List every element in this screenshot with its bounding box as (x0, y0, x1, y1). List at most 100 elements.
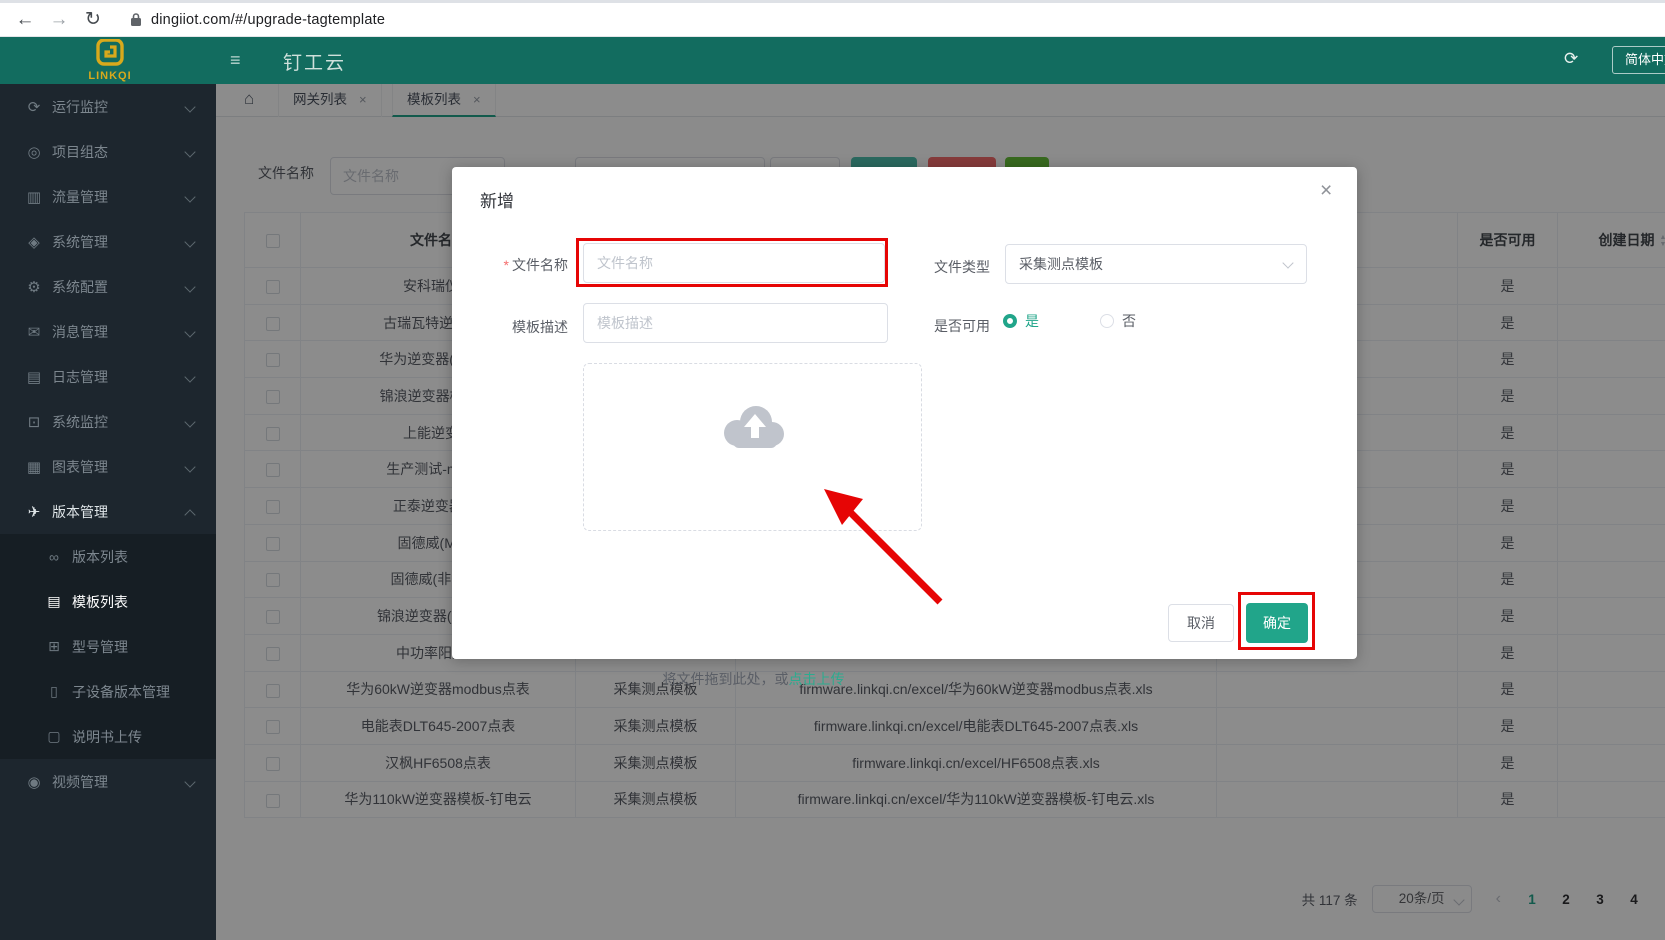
required-asterisk: * (504, 257, 509, 273)
sidebar-item-消息管理[interactable]: ✉ 消息管理 (0, 309, 216, 354)
sidebar-item-系统管理[interactable]: ◈ 系统管理 (0, 219, 216, 264)
sidebar-subitem-型号管理[interactable]: ⊞ 型号管理 (0, 624, 216, 669)
sidebar-item-label: 版本管理 (52, 502, 108, 522)
available-radio-yes[interactable]: 是 (1003, 311, 1039, 331)
chevron-down-icon (184, 371, 195, 382)
sidebar-item-系统配置[interactable]: ⚙ 系统配置 (0, 264, 216, 309)
sidebar-item-label: 项目组态 (52, 142, 108, 162)
sidebar-item-系统监控[interactable]: ⊡ 系统监控 (0, 399, 216, 444)
radio-yes-label: 是 (1025, 311, 1039, 331)
sidebar-item-label: 系统管理 (52, 232, 108, 252)
chevron-down-icon (184, 461, 195, 472)
radio-selected-icon[interactable] (1003, 314, 1017, 328)
sidebar-subitem-label: 模板列表 (72, 592, 128, 612)
menu-collapse-icon[interactable]: ≡ (230, 50, 241, 71)
template-desc-label: 模板描述 (448, 317, 568, 337)
log-icon: ▤ (24, 368, 44, 386)
sidebar-subitem-版本列表[interactable]: ∞ 版本列表 (0, 534, 216, 579)
cancel-button[interactable]: 取消 (1168, 604, 1234, 642)
browser-back-icon[interactable]: ← (8, 9, 42, 31)
browser-toolbar: ← → ↻ dingiiot.com/#/upgrade-tagtemplate (0, 0, 1665, 37)
sidebar-item-视频管理[interactable]: ◉ 视频管理 (0, 759, 216, 804)
subdevice-version-icon: ▯ (44, 683, 64, 700)
file-name-label: *文件名称 (448, 255, 568, 275)
chart-icon: ▦ (24, 458, 44, 476)
sidebar-item-label: 系统监控 (52, 412, 108, 432)
radio-no-label: 否 (1122, 311, 1136, 331)
radio-unselected-icon[interactable] (1100, 314, 1114, 328)
system-monitor-icon: ⊡ (24, 413, 44, 431)
browser-forward-icon[interactable]: → (42, 9, 76, 31)
header-refresh-icon[interactable]: ⟳ (1564, 49, 1578, 69)
linkqi-logo: LINKQI (78, 39, 142, 83)
sidebar-item-版本管理[interactable]: ✈ 版本管理 (0, 489, 216, 534)
sidebar-item-label: 日志管理 (52, 367, 108, 387)
traffic-card-icon: ▥ (24, 188, 44, 206)
browser-reload-icon[interactable]: ↻ (76, 8, 110, 31)
model-manage-icon: ⊞ (44, 638, 64, 655)
sidebar-item-label: 视频管理 (52, 772, 108, 792)
file-type-label: 文件类型 (870, 257, 990, 277)
chevron-down-icon (184, 281, 195, 292)
sidebar-item-label: 系统配置 (52, 277, 108, 297)
sidebar-item-label: 图表管理 (52, 457, 108, 477)
file-type-select[interactable]: 采集测点模板 (1005, 244, 1307, 284)
dialog-close-icon[interactable]: × (1320, 179, 1332, 203)
project-config-icon: ◎ (24, 143, 44, 161)
chevron-down-icon (184, 776, 195, 787)
file-type-value: 采集测点模板 (1019, 256, 1103, 272)
gear-icon: ⚙ (24, 278, 44, 296)
sidebar-item-运行监控[interactable]: ⟳ 运行监控 (0, 84, 216, 129)
sidebar-nav: ⟳ 运行监控 ◎ 项目组态 ▥ 流量管理 ◈ 系统管理 ⚙ 系统配置 ✉ 消息管理 ▤ 日志管理 ⊡ 系统监控… (0, 84, 216, 940)
file-name-input[interactable] (583, 243, 885, 283)
sidebar-subitem-label: 型号管理 (72, 637, 128, 657)
ssl-lock-icon (130, 12, 142, 27)
message-icon: ✉ (24, 323, 44, 341)
sidebar-item-日志管理[interactable]: ▤ 日志管理 (0, 354, 216, 399)
dialog-title: 新增 (480, 187, 514, 212)
linkqi-logo-text: LINKQI (78, 70, 142, 82)
available-radio-no[interactable]: 否 (1100, 311, 1136, 331)
app-header: LINKQI ≡ 钉工云 ⟳ 简体中文 (0, 37, 1665, 84)
available-label: 是否可用 (870, 316, 990, 336)
confirm-button[interactable]: 确定 (1246, 603, 1308, 643)
chevron-down-icon (1282, 257, 1293, 268)
chevron-down-icon (184, 146, 195, 157)
sidebar-subitem-label: 说明书上传 (72, 727, 142, 747)
sidebar-subitem-label: 版本列表 (72, 547, 128, 567)
upload-cloud-icon (719, 404, 787, 450)
upload-hint-text: 将文件拖到此处，或点击上传 (584, 669, 923, 689)
address-bar-url[interactable]: dingiiot.com/#/upgrade-tagtemplate (151, 12, 385, 28)
manual-upload-icon: ▢ (44, 728, 64, 745)
sidebar-subitem-label: 子设备版本管理 (72, 682, 170, 702)
sidebar-item-label: 流量管理 (52, 187, 108, 207)
sidebar-item-流量管理[interactable]: ▥ 流量管理 (0, 174, 216, 219)
system-manage-icon: ◈ (24, 233, 44, 251)
chevron-down-icon (184, 416, 195, 427)
app-title: 钉工云 (283, 48, 346, 75)
upload-dropzone[interactable]: 将文件拖到此处，或点击上传 (583, 363, 922, 531)
sidebar-item-项目组态[interactable]: ◎ 项目组态 (0, 129, 216, 174)
sidebar-item-label: 运行监控 (52, 97, 108, 117)
chevron-down-icon (184, 101, 195, 112)
sidebar-subitem-说明书上传[interactable]: ▢ 说明书上传 (0, 714, 216, 759)
sidebar-subitem-模板列表[interactable]: ▤ 模板列表 (0, 579, 216, 624)
language-switch-button[interactable]: 简体中文 (1612, 46, 1665, 74)
sidebar-item-label: 消息管理 (52, 322, 108, 342)
sidebar-item-图表管理[interactable]: ▦ 图表管理 (0, 444, 216, 489)
template-desc-input[interactable] (583, 303, 888, 343)
version-list-icon: ∞ (44, 549, 64, 565)
chevron-down-icon (184, 326, 195, 337)
video-manage-icon: ◉ (24, 773, 44, 791)
main-content: ⌂ 网关列表× 模板列表× 文件名称 文件名称是否可用创建日期▲▼安科瑞仪表是古… (216, 84, 1665, 940)
add-template-dialog: 新增 × *文件名称 文件类型 采集测点模板 模板描述 是否可用 是 否 (452, 167, 1357, 659)
sidebar-submenu: ∞ 版本列表 ▤ 模板列表 ⊞ 型号管理 ▯ 子设备版本管理 ▢ 说明书上传 (0, 534, 216, 759)
sidebar-subitem-子设备版本管理[interactable]: ▯ 子设备版本管理 (0, 669, 216, 714)
chevron-down-icon (184, 191, 195, 202)
linkqi-logo-icon (95, 39, 125, 67)
monitor-run-icon: ⟳ (24, 98, 44, 116)
upload-click-link[interactable]: 点击上传 (789, 671, 845, 687)
version-manage-icon: ✈ (24, 503, 44, 521)
chevron-up-icon (184, 509, 195, 520)
template-list-icon: ▤ (44, 593, 64, 610)
